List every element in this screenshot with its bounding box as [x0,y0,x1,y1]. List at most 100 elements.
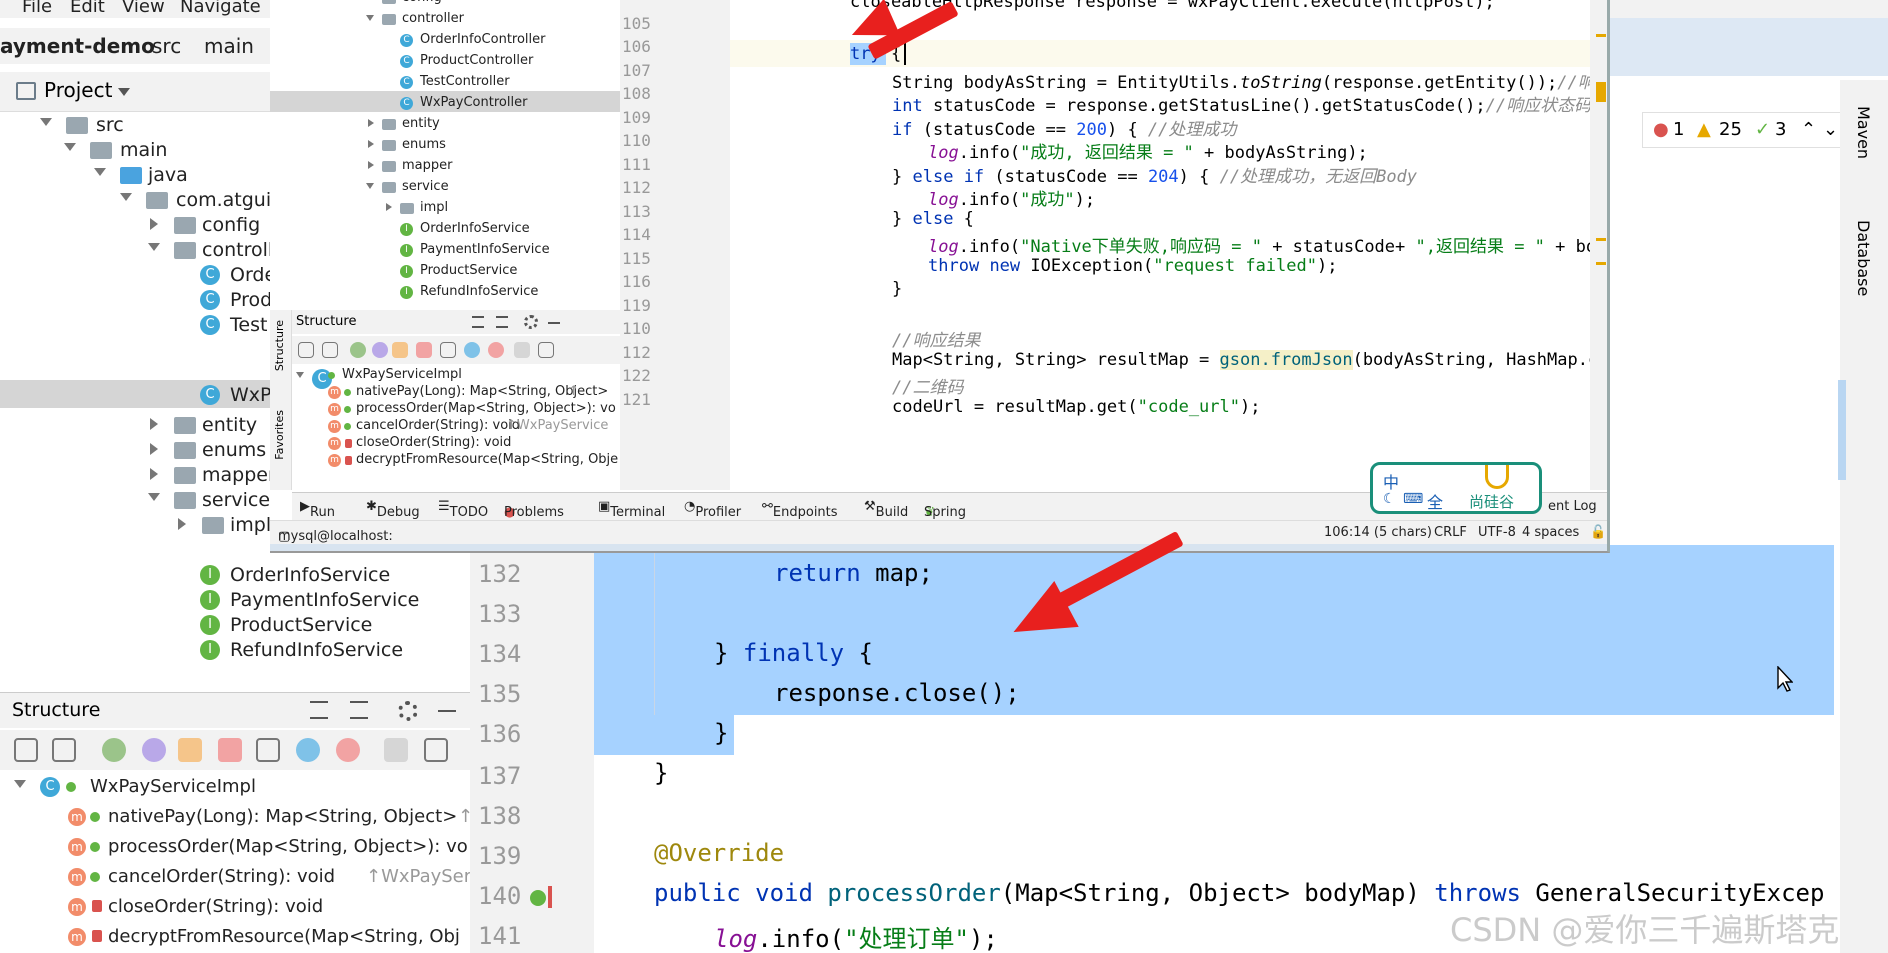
collapse-all-icon[interactable] [350,701,368,719]
chevron-down-icon[interactable] [148,493,160,501]
database-tab[interactable]: Database [1854,220,1873,296]
menu-file[interactable]: File [22,0,52,17]
implements-gutter-icon[interactable] [548,886,552,908]
expand-all-icon[interactable] [472,316,484,328]
breadcrumb-src[interactable]: src [152,34,181,58]
chevron-down-icon[interactable] [120,193,132,201]
autoscroll-from-source-icon[interactable] [424,738,448,762]
show-lambda-icon[interactable] [488,342,504,358]
tool-window-profiler[interactable]: ◔ Profiler [684,499,741,520]
sort-alphabetically-icon[interactable] [52,738,76,762]
code-line-139[interactable]: @Override [654,839,784,867]
autoscroll-to-source-icon[interactable] [384,738,408,762]
chevron-down-icon[interactable] [366,183,374,189]
chevron-up-icon[interactable]: ⌃ [1801,119,1816,140]
gear-icon[interactable] [398,701,418,721]
code-line-108[interactable]: int statusCode = response.getStatusLine(… [892,91,1590,116]
override-gutter-icon[interactable] [530,890,546,906]
tool-window-build[interactable]: ⚒ Build [864,499,908,520]
show-inherited-icon[interactable] [102,738,126,762]
chevron-right-icon[interactable] [368,119,374,127]
breadcrumb-project[interactable]: ayment-demo [0,34,155,58]
code-line-116[interactable]: } [892,279,902,299]
autoscroll-to-source-icon[interactable] [514,342,530,358]
show-inherited-icon[interactable] [350,342,366,358]
chevron-down-icon[interactable]: ⌄ [1823,119,1838,140]
structure-side-tab[interactable]: Structure [273,320,286,371]
keyboard-icon[interactable]: ⌨ [1403,491,1423,507]
sort-by-visibility-icon[interactable] [298,342,314,358]
code-line-136[interactable]: } [714,719,728,747]
chevron-right-icon[interactable] [150,218,158,230]
code-line-111[interactable]: } else if (statusCode == 204) { //处理成功，无… [892,162,1417,187]
chevron-right-icon[interactable] [150,468,158,480]
chevron-down-icon[interactable] [148,243,160,251]
show-anonymous-icon[interactable] [464,342,480,358]
chevron-right-icon[interactable] [150,443,158,455]
code-line-map[interactable]: Map<String, String> resultMap = gson.fro… [892,350,1590,370]
chevron-right-icon[interactable] [386,203,392,211]
autoscroll-from-source-icon[interactable] [538,342,554,358]
sort-alphabetically-icon[interactable] [322,342,338,358]
code-line-135[interactable]: response.close(); [774,679,1020,707]
tool-window-endpoints[interactable]: ⚯ Endpoints [762,499,838,520]
show-non-public-icon[interactable] [218,738,242,762]
show-anonymous-icon[interactable] [296,738,320,762]
project-label[interactable]: Project [44,78,112,102]
ime-language[interactable]: 中 [1383,469,1399,493]
inspection-widget[interactable]: ● 1 ▲ 25 ✓ 3 ⌃ ⌄ [1642,112,1842,148]
chevron-right-icon[interactable] [178,518,186,530]
minimize-icon[interactable] [548,322,560,324]
chevron-down-icon[interactable] [40,118,52,126]
tool-window-run[interactable]: ▶ Run [300,499,335,520]
gear-icon[interactable] [524,315,538,329]
chevron-right-icon[interactable] [150,418,158,430]
chevron-right-icon[interactable] [368,140,374,148]
code-line-114[interactable]: log.info("Native下单失败,响应码 = " + statusCod… [928,232,1590,257]
menu-view[interactable]: View [122,0,165,17]
minimize-icon[interactable] [438,710,456,712]
menu-navigate[interactable]: Navigate [180,0,261,17]
ime-width-mode[interactable]: 全 [1427,489,1443,513]
code-line-110[interactable]: log.info("成功, 返回结果 = " + bodyAsString); [928,138,1368,163]
show-lambdas-icon[interactable] [256,738,280,762]
tool-window-debug[interactable]: ✱ Debug [366,499,420,520]
code-line-132[interactable]: return map; [774,559,933,587]
tool-window-terminal[interactable]: ▣ Terminal [598,499,665,520]
code-line-134[interactable]: } finally { [714,639,873,667]
chevron-down-icon[interactable] [118,88,130,96]
caret-position[interactable]: 106:14 (5 chars) [1324,525,1432,540]
show-fields-icon[interactable] [178,738,202,762]
show-properties-icon[interactable] [372,342,388,358]
chevron-down-icon[interactable] [94,168,106,176]
line-separator[interactable]: CRLF [1434,525,1467,540]
code-line-137[interactable]: } [654,759,668,787]
chevron-down-icon[interactable] [366,15,374,21]
code-line-115[interactable]: throw new IOException("request failed"); [928,256,1337,276]
code-line-109[interactable]: if (statusCode == 200) { //处理成功 [892,115,1236,140]
code-line-121[interactable]: codeUrl = resultMap.get("code_url"); [892,397,1260,417]
show-fields-icon[interactable] [392,342,408,358]
sort-by-visibility-icon[interactable] [14,738,38,762]
tool-window-todo[interactable]: ☰ TODO [438,499,488,520]
chevron-right-icon[interactable] [368,161,374,169]
code-line-112[interactable]: log.info("成功"); [928,185,1095,210]
expand-all-icon[interactable] [310,701,328,719]
chevron-down-icon[interactable] [64,143,76,151]
breadcrumb-main[interactable]: main [204,34,254,58]
code-line-119[interactable]: //响应结果 [892,326,980,351]
tool-window-event-log[interactable]: ent Log [1548,499,1597,514]
menu-edit[interactable]: Edit [70,0,105,17]
maven-tab[interactable]: Maven [1854,106,1873,159]
show-non-public-icon[interactable] [416,342,432,358]
code-line-122[interactable]: //二维码 [892,373,963,398]
show-lambda-icon[interactable] [336,738,360,762]
code-line-113[interactable]: } else { [892,209,974,229]
indent-setting[interactable]: 4 spaces [1522,525,1579,540]
chevron-down-icon[interactable] [14,780,26,788]
file-encoding[interactable]: UTF-8 [1478,525,1516,540]
code-line-141[interactable]: log.info("处理订单"); [714,919,998,953]
lock-icon[interactable]: 🔓 [1590,525,1606,540]
code-line-107[interactable]: String bodyAsString = EntityUtils.toStri… [892,68,1590,93]
collapse-all-icon[interactable] [496,316,508,328]
